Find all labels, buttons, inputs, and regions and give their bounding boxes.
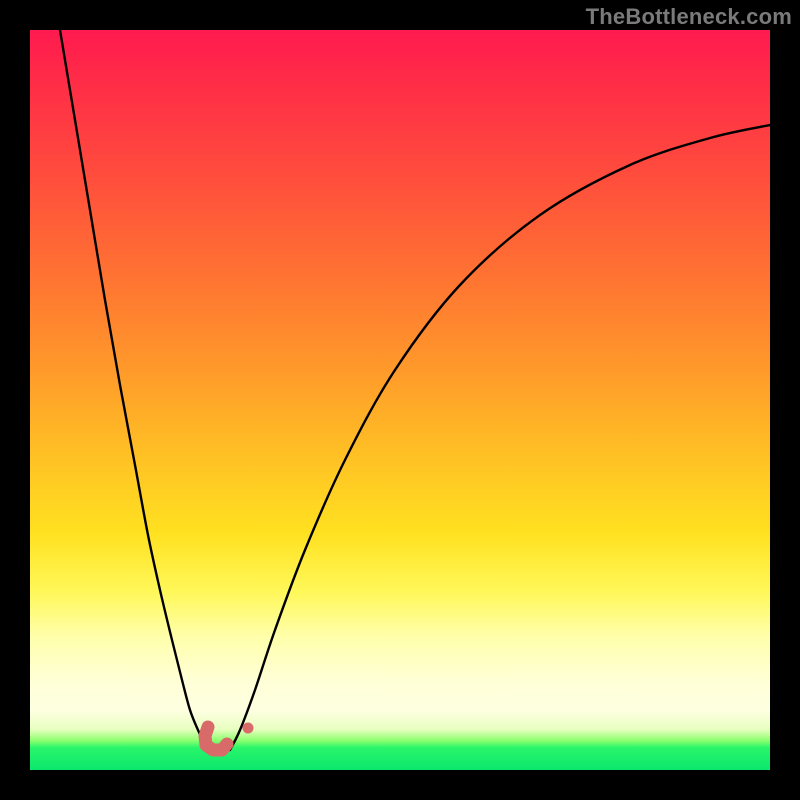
optimal-dot xyxy=(243,723,254,734)
optimal-marker-group xyxy=(205,723,254,751)
curve-layer xyxy=(30,30,770,770)
optimal-blob xyxy=(205,727,227,750)
bottleneck-right-branch xyxy=(230,125,770,750)
chart-frame: TheBottleneck.com xyxy=(0,0,800,800)
bottleneck-left-branch xyxy=(60,30,210,750)
watermark-text: TheBottleneck.com xyxy=(586,4,792,30)
plot-area xyxy=(30,30,770,770)
